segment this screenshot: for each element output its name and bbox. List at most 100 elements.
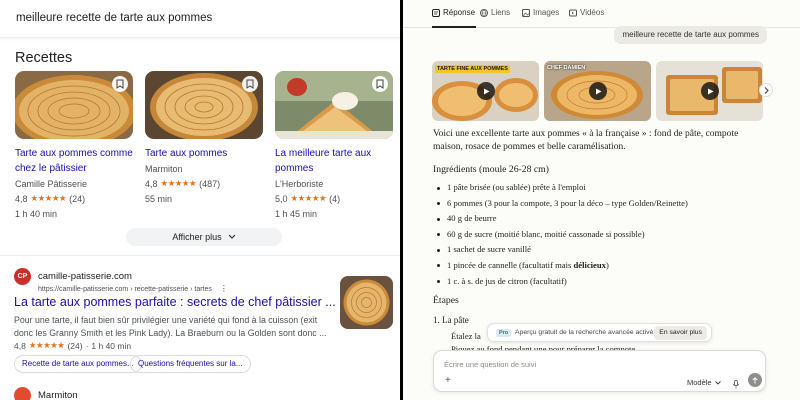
play-icon[interactable] xyxy=(476,82,495,100)
active-tab-indicator xyxy=(432,26,476,28)
recipe-image[interactable] xyxy=(275,71,393,139)
result-site-name[interactable]: Marmiton xyxy=(38,390,78,400)
google-results-pane: meilleure recette de tarte aux pommes Re… xyxy=(0,0,400,400)
rating-value: 4,8 xyxy=(145,178,158,189)
recipe-time: 55 min xyxy=(145,194,173,204)
rating-value: 4,8 xyxy=(14,340,26,351)
tab-videos[interactable]: Vidéos xyxy=(569,8,604,17)
recipe-rating: 4,8 ★★★★★ (487) xyxy=(145,178,263,189)
result-rating: 4,8 ★★★★★ (24) · 1 h 40 min xyxy=(14,340,132,351)
answer-intro: Voici une excellente tarte aux pommes « … xyxy=(433,129,739,152)
recipe-time: 1 h 40 min xyxy=(15,209,58,219)
result-site-name[interactable]: camille-patisserie.com xyxy=(38,271,132,282)
video-thumbnail[interactable]: TARTE FINE AUX POMMES xyxy=(432,61,539,121)
send-button[interactable] xyxy=(748,373,762,387)
review-count: (4) xyxy=(329,193,341,204)
step-text: Étalez la xyxy=(451,331,481,341)
related-chip[interactable]: Recette de tarte aux pommes... xyxy=(14,355,142,373)
list-item: 1 pâte brisée (ou sablée) prête à l'empl… xyxy=(433,180,763,196)
recipe-image[interactable] xyxy=(145,71,263,139)
answer-tabs: Réponse Liens Images Vidéos xyxy=(403,0,800,28)
steps-heading: Étapes xyxy=(433,295,459,306)
review-count: (24) xyxy=(67,340,83,351)
recipe-time: 1 h 45 min xyxy=(275,209,318,219)
result-url: https://camille-patisserie.com › recette… xyxy=(38,284,228,293)
site-favicon-icon: CP xyxy=(14,268,31,285)
promo-text: Aperçu gratuit de la recherche avancée a… xyxy=(515,329,656,336)
result-title-link[interactable]: La tarte aux pommes parfaite : secrets d… xyxy=(14,295,336,309)
recipe-image[interactable] xyxy=(15,71,133,139)
step-title: 1. La pâte xyxy=(433,315,469,325)
list-item: 1 pincée de cannelle (facultatif mais dé… xyxy=(433,258,763,274)
review-count: (24) xyxy=(69,193,86,204)
bookmark-icon[interactable] xyxy=(112,76,128,92)
arrow-up-icon xyxy=(752,376,758,383)
chevron-down-icon xyxy=(228,234,236,239)
recipe-source: Marmiton xyxy=(145,164,183,174)
followup-input-box[interactable]: Écrire une question de suivi + Modèle xyxy=(433,350,766,392)
site-favicon-icon xyxy=(14,387,31,400)
followup-placeholder[interactable]: Écrire une question de suivi xyxy=(444,360,536,369)
list-item: 40 g de beurre xyxy=(433,211,763,227)
result-snippet: Pour une tarte, il faut bien sûr privilé… xyxy=(14,315,327,338)
ingredients-heading: Ingrédients (moule 26-28 cm) xyxy=(433,164,549,175)
list-item: 1 c. à s. de jus de citron (facultatif) xyxy=(433,274,763,290)
search-query[interactable]: meilleure recette de tarte aux pommes xyxy=(16,12,212,24)
list-item: 1 sachet de sucre vanillé xyxy=(433,242,763,258)
ai-answer-pane: Réponse Liens Images Vidéos meilleure re… xyxy=(403,0,800,400)
microphone-icon[interactable] xyxy=(733,376,739,394)
related-chip[interactable]: Questions fréquentes sur la... xyxy=(130,355,251,373)
image-icon xyxy=(522,8,530,17)
rating-value: 5,0 xyxy=(275,193,288,204)
tab-liens[interactable]: Liens xyxy=(480,8,510,17)
pro-badge: Pro xyxy=(496,329,512,337)
list-item: 6 pommes (3 pour la compote, 3 pour la d… xyxy=(433,196,763,212)
video-thumbnail[interactable] xyxy=(656,61,763,121)
plus-icon[interactable]: + xyxy=(445,375,451,386)
review-count: (487) xyxy=(199,178,221,189)
bookmark-icon[interactable] xyxy=(372,76,388,92)
tab-images[interactable]: Images xyxy=(522,8,559,17)
play-icon[interactable] xyxy=(588,82,607,100)
more-options-icon[interactable]: ⋮ xyxy=(220,284,228,293)
video-label: TARTE FINE AUX POMMES xyxy=(435,65,510,73)
star-icons: ★★★★★ xyxy=(30,193,67,203)
star-icons: ★★★★★ xyxy=(160,178,197,188)
star-icons: ★★★★★ xyxy=(290,193,327,203)
recipes-heading: Recettes xyxy=(15,50,73,66)
recipe-rating: 5,0 ★★★★★ (4) xyxy=(275,193,393,204)
star-icons: ★★★★★ xyxy=(28,340,65,350)
tab-reponse[interactable]: Réponse xyxy=(432,8,475,17)
rating-value: 4,8 xyxy=(15,193,28,204)
recipe-card[interactable]: Tarte aux pommes comme chez le pâtissier… xyxy=(15,71,133,219)
recipe-source: L'Herboriste xyxy=(275,179,324,189)
learn-more-button[interactable]: En savoir plus xyxy=(654,326,707,340)
recipe-title[interactable]: La meilleure tarte aux pommes xyxy=(275,146,393,176)
show-more-label: Afficher plus xyxy=(172,232,222,242)
recipe-card[interactable]: La meilleure tarte aux pommes L'Herboris… xyxy=(275,71,393,219)
pro-preview-banner: Pro Aperçu gratuit de la recherche avanc… xyxy=(487,323,712,342)
recipe-rating: 4,8 ★★★★★ (24) xyxy=(15,193,133,204)
list-item: 60 g de sucre (moitié blanc, moitié cass… xyxy=(433,227,763,243)
bookmark-icon[interactable] xyxy=(242,76,258,92)
chevron-right-icon xyxy=(764,86,769,94)
answer-icon xyxy=(432,8,440,17)
globe-icon xyxy=(480,8,488,17)
recipe-title[interactable]: Tarte aux pommes comme chez le pâtissier xyxy=(15,146,133,176)
video-icon xyxy=(569,9,577,16)
recipe-title[interactable]: Tarte aux pommes xyxy=(145,146,263,161)
user-query-bubble: meilleure recette de tarte aux pommes xyxy=(614,26,767,44)
show-more-button[interactable]: Afficher plus xyxy=(126,228,282,246)
video-thumbnail[interactable]: CHEF DAMIEN xyxy=(544,61,651,121)
recipe-card[interactable]: Tarte aux pommes Marmiton 4,8 ★★★★★ (487… xyxy=(145,71,263,204)
carousel-next-button[interactable] xyxy=(759,83,773,97)
result-thumbnail[interactable] xyxy=(340,276,393,329)
chevron-down-icon xyxy=(714,380,721,385)
play-icon[interactable] xyxy=(700,82,719,100)
search-bar[interactable]: meilleure recette de tarte aux pommes xyxy=(0,0,400,38)
section-divider xyxy=(0,255,400,256)
video-label: CHEF DAMIEN xyxy=(547,65,586,71)
recipe-source: Camille Pâtisserie xyxy=(15,179,88,189)
model-selector[interactable]: Modèle xyxy=(687,378,721,387)
ingredients-list: 1 pâte brisée (ou sablée) prête à l'empl… xyxy=(433,180,763,289)
